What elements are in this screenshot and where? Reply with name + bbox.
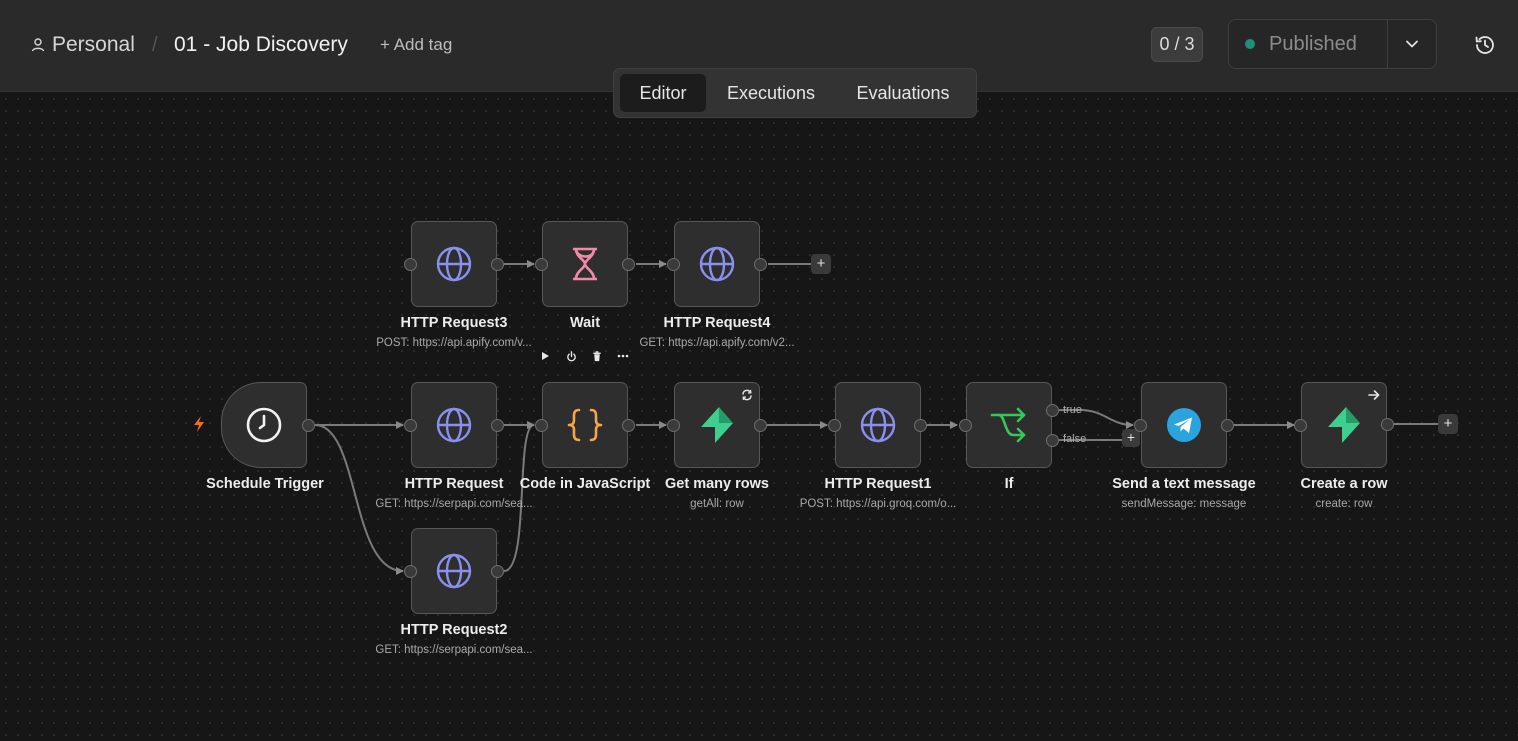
node-http-request1[interactable] (835, 382, 921, 468)
input-handle[interactable] (535, 419, 548, 432)
counter-badge: 0 / 3 (1151, 27, 1203, 62)
chevron-down-icon (1406, 40, 1418, 48)
node-if[interactable] (966, 382, 1052, 468)
clock-icon (246, 407, 282, 443)
input-handle[interactable] (1134, 419, 1147, 432)
more-options-button[interactable] (616, 349, 630, 363)
node-subtitle: GET: https://serpapi.com/sea... (375, 644, 533, 656)
branch-arrows-icon (990, 407, 1026, 443)
node-title: HTTP Request4 (663, 315, 771, 331)
breadcrumb-separator: / (152, 34, 158, 56)
braces-icon (567, 408, 603, 442)
output-handle[interactable] (622, 258, 635, 271)
node-subtitle: POST: https://api.apify.com/v... (376, 337, 532, 349)
output-handle[interactable] (302, 419, 315, 432)
arrow-right-icon (1368, 390, 1380, 400)
input-handle[interactable] (404, 258, 417, 271)
node-toolbar (538, 349, 630, 363)
node-subtitle: create: row (1315, 498, 1373, 510)
output-handle[interactable] (754, 258, 767, 271)
breadcrumb-project-label: Personal (52, 33, 135, 56)
input-handle[interactable] (404, 565, 417, 578)
node-subtitle: GET: https://serpapi.com/sea... (375, 498, 533, 510)
node-http-request3[interactable] (411, 221, 497, 307)
node-get-many-rows[interactable] (674, 382, 760, 468)
globe-icon (860, 407, 896, 443)
add-node-button[interactable]: + (811, 254, 831, 274)
globe-icon (436, 407, 472, 443)
lightning-icon (701, 407, 733, 443)
breadcrumb-project[interactable]: Personal (30, 32, 135, 58)
user-icon (31, 38, 45, 52)
output-handle-false[interactable] (1046, 434, 1059, 447)
lightning-icon (1328, 407, 1360, 443)
node-code-javascript[interactable] (542, 382, 628, 468)
node-title: HTTP Request2 (400, 622, 508, 638)
view-tabs: Editor Executions Evaluations (613, 68, 977, 118)
history-icon (1475, 36, 1494, 54)
node-http-request4[interactable] (674, 221, 760, 307)
add-node-button[interactable]: + (1438, 414, 1458, 434)
trigger-bolt-icon (194, 416, 204, 432)
publish-control: Published (1228, 19, 1437, 69)
node-http-request[interactable] (411, 382, 497, 468)
input-handle[interactable] (959, 419, 972, 432)
publish-dropdown-button[interactable] (1387, 20, 1436, 68)
branch-label-false: false (1063, 433, 1087, 445)
power-icon (566, 350, 576, 361)
publish-status-label: Published (1269, 32, 1357, 55)
publish-status-button[interactable]: Published (1229, 20, 1387, 68)
workflow-title[interactable]: 01 - Job Discovery (174, 32, 348, 58)
tab-evaluations[interactable]: Evaluations (840, 74, 966, 112)
add-node-button[interactable]: + (1122, 429, 1140, 447)
tab-editor[interactable]: Editor (620, 74, 706, 112)
output-handle[interactable] (491, 419, 504, 432)
node-http-request2[interactable] (411, 528, 497, 614)
trash-icon (593, 350, 601, 361)
add-tag-button[interactable]: + Add tag (380, 35, 452, 55)
status-dot (1245, 39, 1255, 49)
globe-icon (436, 553, 472, 589)
output-handle[interactable] (914, 419, 927, 432)
input-handle[interactable] (667, 258, 680, 271)
node-create-row[interactable] (1301, 382, 1387, 468)
node-wait[interactable] (542, 221, 628, 307)
node-title: Create a row (1300, 476, 1388, 492)
globe-icon (699, 246, 735, 282)
node-subtitle: GET: https://api.apify.com/v2... (639, 337, 795, 349)
node-send-text-message[interactable] (1141, 382, 1227, 468)
node-subtitle: POST: https://api.groq.com/o... (799, 498, 957, 510)
deactivate-node-button[interactable] (564, 349, 578, 363)
branch-label-true: true (1063, 404, 1082, 416)
tab-executions[interactable]: Executions (712, 74, 830, 112)
output-handle-true[interactable] (1046, 404, 1059, 417)
play-icon (542, 352, 549, 360)
globe-icon (436, 246, 472, 282)
refresh-icon (742, 389, 752, 401)
output-handle[interactable] (1221, 419, 1234, 432)
input-handle[interactable] (535, 258, 548, 271)
node-schedule-trigger[interactable] (221, 382, 307, 468)
input-handle[interactable] (828, 419, 841, 432)
output-handle[interactable] (491, 258, 504, 271)
input-handle[interactable] (404, 419, 417, 432)
hourglass-icon (573, 247, 597, 281)
ellipsis-icon (617, 354, 629, 358)
paper-plane-icon (1167, 408, 1201, 442)
execute-node-button[interactable] (538, 349, 552, 363)
output-handle[interactable] (491, 565, 504, 578)
output-handle[interactable] (622, 419, 635, 432)
input-handle[interactable] (1294, 419, 1307, 432)
output-handle[interactable] (754, 419, 767, 432)
history-button[interactable] (1472, 32, 1498, 58)
input-handle[interactable] (667, 419, 680, 432)
output-handle[interactable] (1381, 418, 1394, 431)
delete-node-button[interactable] (590, 349, 604, 363)
